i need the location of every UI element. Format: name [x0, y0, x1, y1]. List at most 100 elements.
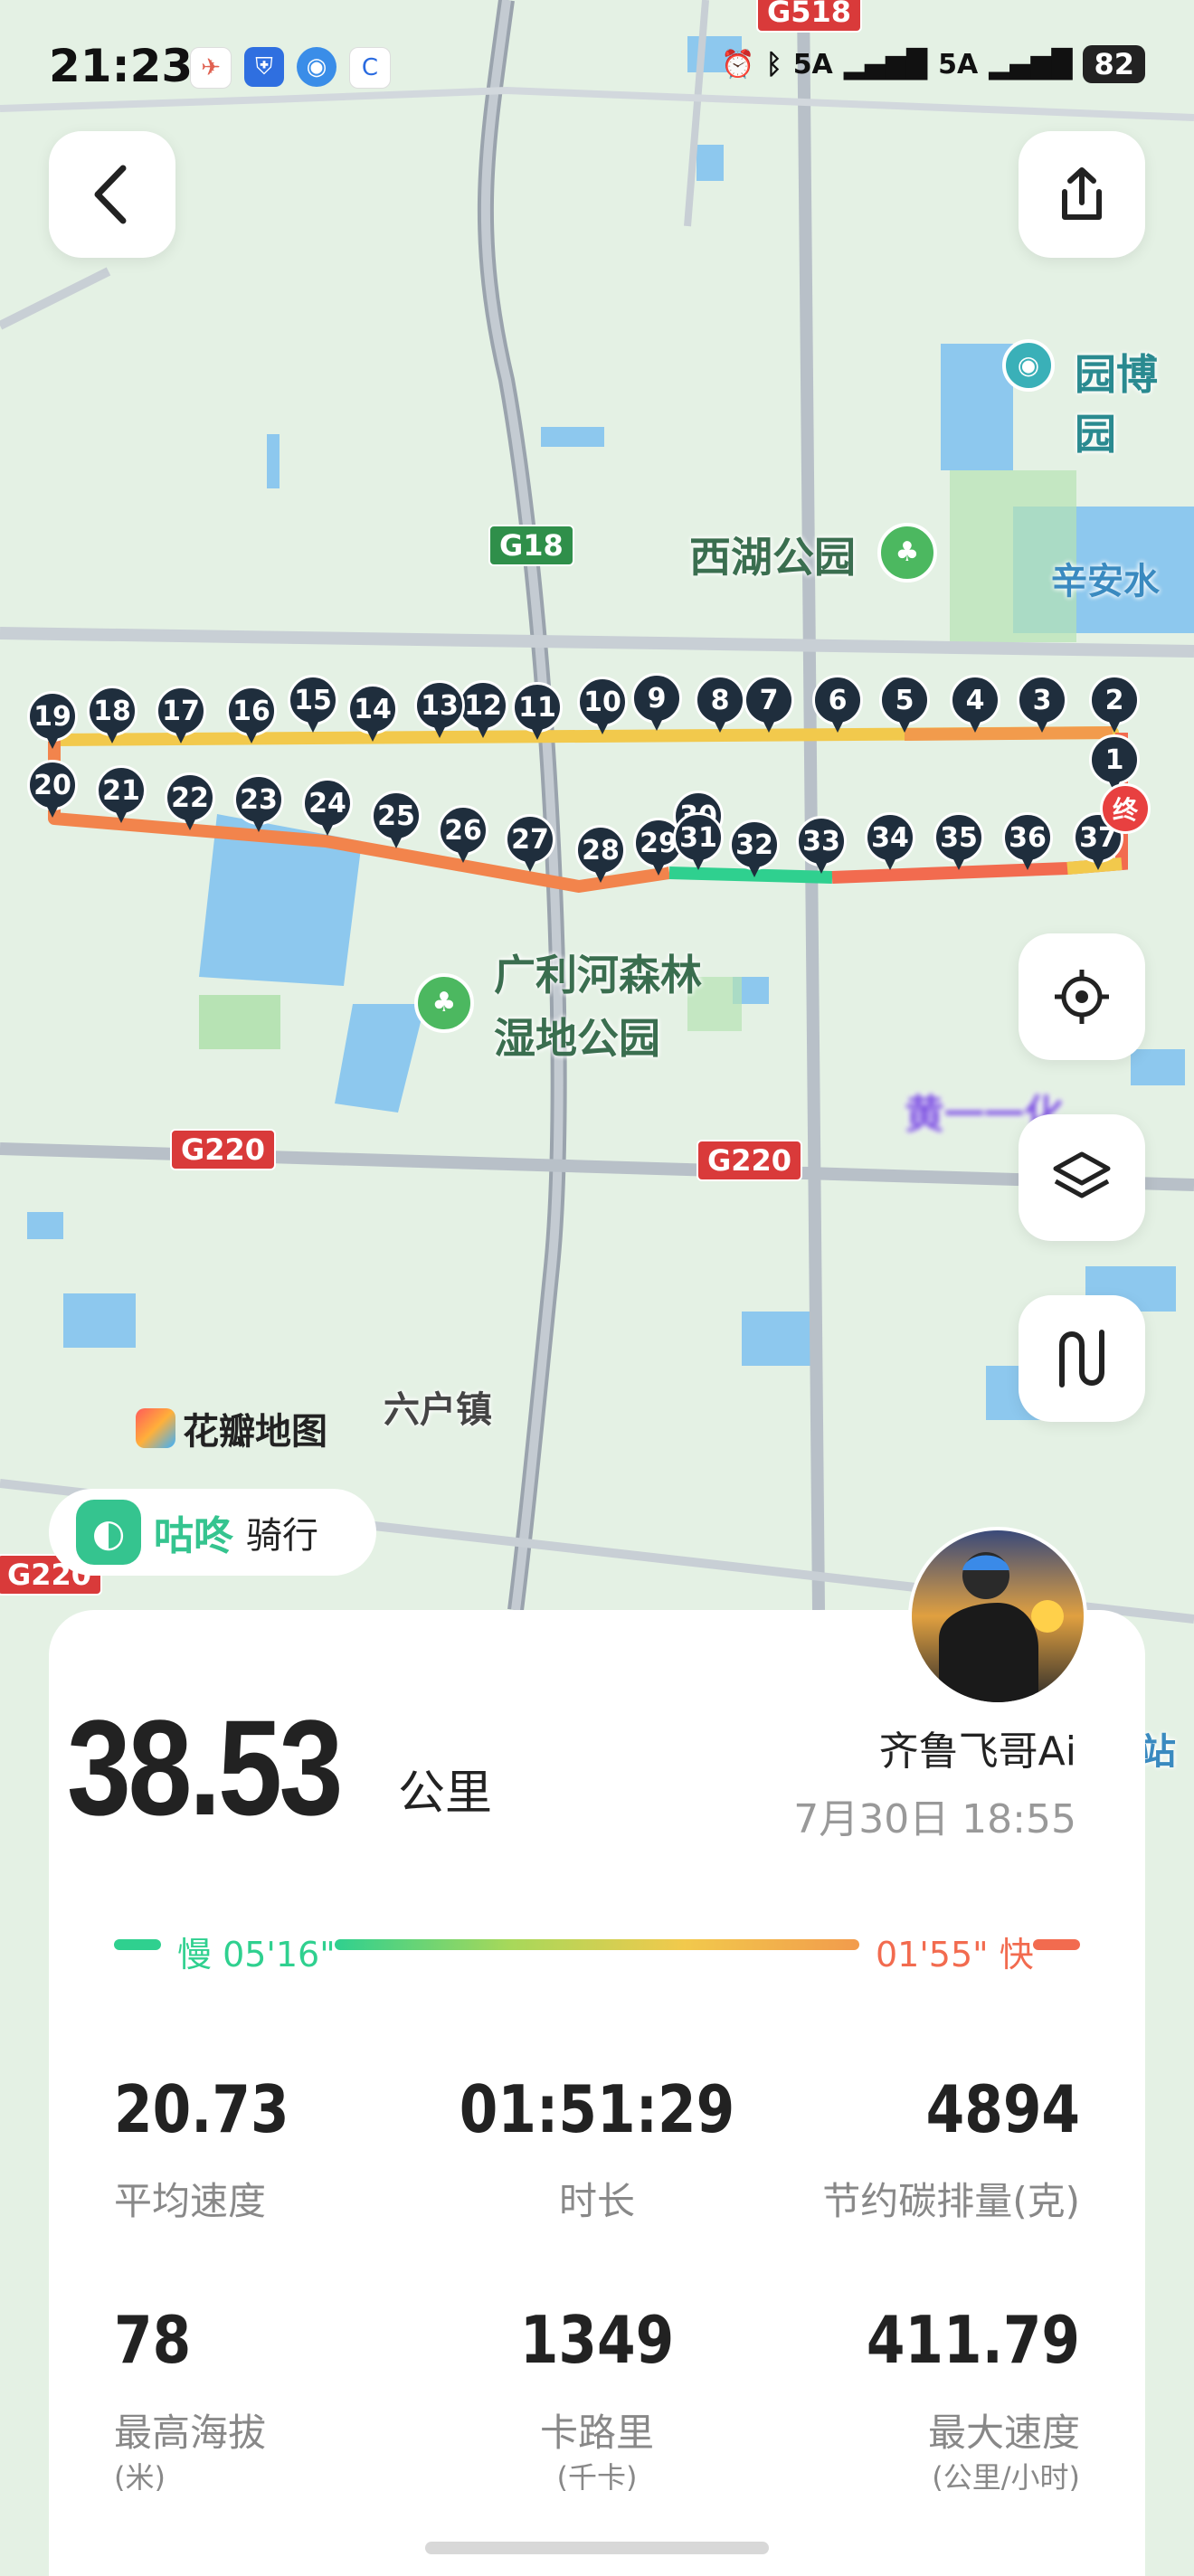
route-marker: 20: [27, 760, 78, 819]
route-marker-tail: [1092, 857, 1104, 870]
stat-max-speed-value: 411.79: [866, 2302, 1080, 2378]
route-marker-label: 27: [505, 814, 555, 865]
route-marker: 17: [156, 686, 206, 745]
route-marker-label: 21: [96, 765, 147, 816]
route-marker: 14: [347, 684, 398, 743]
route-marker: 6: [812, 675, 863, 734]
route-marker: 36: [1002, 812, 1053, 872]
route-marker-tail: [321, 823, 334, 836]
layers-icon: [1053, 1151, 1111, 1198]
route-marker-label: 4: [950, 675, 1000, 725]
route-marker-tail: [815, 861, 828, 874]
route-marker: 7: [744, 675, 794, 734]
watermark-text: 花瓣地图: [183, 1411, 327, 1453]
route-marker: 26: [438, 805, 488, 865]
stat-max-speed-label: 最大速度: [927, 2410, 1080, 2455]
home-indicator[interactable]: [425, 2542, 769, 2554]
route-marker-label: 16: [226, 686, 277, 736]
locate-button[interactable]: [1019, 933, 1145, 1060]
signal-1-label: 5A: [792, 48, 833, 80]
end-marker: 终: [1100, 783, 1151, 834]
park-tree-icon: ♣: [414, 973, 474, 1033]
road-badge-g518: G518: [756, 0, 863, 33]
route-marker-label: 3: [1017, 675, 1067, 725]
route-marker-tail: [748, 865, 761, 877]
route-marker-tail: [115, 810, 128, 823]
route-marker: 22: [165, 772, 215, 832]
park-label-xihu: 西湖公园: [689, 533, 856, 582]
route-replay-button[interactable]: [1019, 1295, 1145, 1422]
pace-slow-label: 慢 05'16": [177, 1935, 336, 1975]
pace-gradient-bar: [335, 1939, 859, 1950]
route-marker-tail: [531, 727, 544, 740]
route-marker-label: 28: [575, 825, 626, 876]
route-marker-tail: [252, 819, 265, 832]
route-marker-tail: [477, 725, 489, 738]
route-marker: 28: [575, 825, 626, 885]
route-marker-tail: [1108, 720, 1121, 733]
route-marker: 4: [950, 675, 1000, 734]
route-marker-label: 8: [695, 675, 745, 725]
status-right: ⏰ ᛒ 5A ▂▄▆█ 5A ▂▄▆█ 82: [721, 45, 1145, 83]
route-marker-tail: [433, 725, 446, 738]
route-marker: 10: [577, 677, 628, 736]
route-marker-label: 6: [812, 675, 863, 725]
avatar-image: [912, 1530, 1084, 1702]
route-marker: 27: [505, 814, 555, 874]
map-watermark: 花瓣地图: [136, 1402, 327, 1454]
camera-poi-icon: ◉: [1002, 339, 1055, 392]
route-marker-tail: [594, 870, 607, 883]
bluetooth-icon: ᛒ: [765, 48, 782, 80]
route-marker-label: 5: [879, 675, 930, 725]
route-marker: 23: [233, 774, 284, 834]
distance-unit: 公里: [398, 1766, 493, 1821]
route-marker: 15: [288, 675, 338, 734]
share-icon: [1062, 167, 1102, 220]
app-brand: 咕咚: [154, 1513, 233, 1559]
stat-carbon-value: 4894: [925, 2071, 1080, 2147]
route-marker-label: 10: [577, 677, 628, 727]
park-label-wetland-2: 湿地公园: [494, 1014, 660, 1063]
route-marker-tail: [650, 718, 663, 731]
route-marker-tail: [524, 859, 536, 872]
stat-carbon-label: 节约碳排量(克): [822, 2179, 1080, 2223]
park-tree-icon: ♣: [877, 523, 937, 582]
route-marker-label: 33: [796, 816, 847, 867]
route-marker-tail: [106, 731, 118, 743]
route-marker: 35: [933, 812, 984, 872]
activity-type: 骑行: [246, 1515, 318, 1557]
park-label-wetland-1: 广利河森林: [494, 951, 702, 999]
stat-max-speed-unit: (公里/小时): [932, 2460, 1080, 2495]
route-marker-label: 35: [933, 812, 984, 863]
route-marker-tail: [46, 736, 59, 749]
poi-label-garden: 园博园: [1075, 350, 1158, 459]
route-marker: 24: [302, 778, 353, 838]
stat-altitude-value: 78: [114, 2302, 192, 2378]
route-marker-tail: [898, 720, 911, 733]
route-marker: 21: [96, 765, 147, 825]
route-marker-label: 36: [1002, 812, 1053, 863]
route-marker: 16: [226, 686, 277, 745]
back-button[interactable]: [49, 131, 175, 258]
route-marker-tail: [307, 720, 319, 733]
road-badge-g220: G220: [696, 1140, 803, 1181]
route-marker-label: 25: [371, 791, 422, 841]
route-marker-label: 9: [631, 673, 682, 724]
route-marker-label: 26: [438, 805, 488, 856]
route-marker: 31: [673, 812, 724, 872]
route-marker-label: 18: [87, 686, 137, 736]
share-button[interactable]: [1019, 131, 1145, 258]
layers-button[interactable]: [1019, 1114, 1145, 1241]
route-marker-tail: [245, 731, 258, 743]
notification-icons: ✈ ⛨ ◉ C: [190, 47, 391, 89]
browser-icon: ◉: [297, 47, 336, 87]
alarm-icon: ⏰: [721, 48, 755, 80]
route-marker-tail: [652, 863, 665, 876]
route-marker-tail: [457, 850, 469, 863]
route-marker-tail: [175, 731, 187, 743]
avatar[interactable]: [908, 1527, 1087, 1706]
poi-label-water: 辛安水: [1051, 561, 1160, 602]
route-marker: 5: [879, 675, 930, 734]
stat-avg-speed-label: 平均速度: [114, 2179, 267, 2223]
signal-2-label: 5A: [938, 48, 979, 80]
